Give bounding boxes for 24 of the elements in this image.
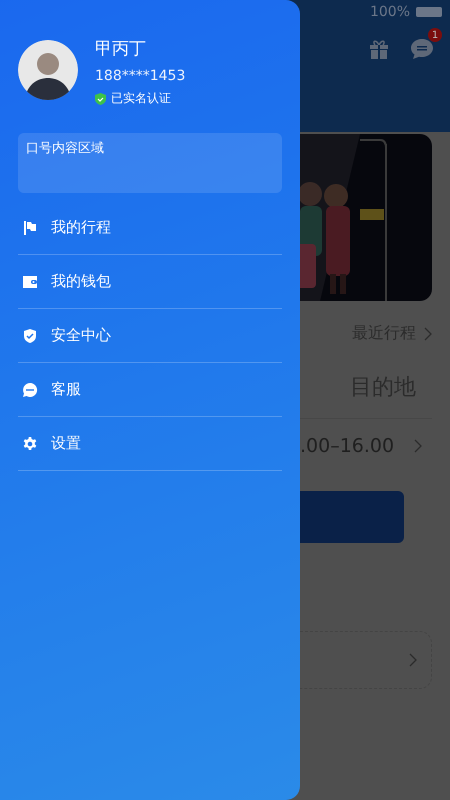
settings-icon (22, 436, 38, 452)
menu-item[interactable]: 我的行程 (18, 201, 282, 255)
battery-percentage: 100% (370, 4, 410, 20)
chevron-icon (424, 326, 432, 340)
notice-area: 口号内容区域 (18, 133, 282, 193)
gift-icon[interactable] (368, 38, 390, 60)
phone-number: 188****1453 (95, 68, 186, 84)
chevron-icon (414, 439, 422, 453)
wallet-icon (22, 274, 38, 290)
verification-status: 已实名认证 (111, 90, 171, 107)
menu-item[interactable]: 安全中心 (18, 309, 282, 363)
battery-icon (416, 7, 442, 17)
menu-item[interactable]: 设置 (18, 417, 282, 471)
avatar (18, 40, 78, 100)
chevron-icon (409, 653, 417, 667)
notification-badge: 1 (428, 28, 442, 42)
user-name: 甲丙丁 (95, 38, 147, 60)
shield-check-icon (22, 328, 38, 344)
verified-shield-icon (95, 92, 106, 104)
menu-item[interactable]: 我的钱包 (18, 255, 282, 309)
message-icon[interactable] (410, 38, 434, 60)
menu-item[interactable]: 客服 (18, 363, 282, 417)
flag-icon (22, 220, 38, 236)
chat-bubble-icon (22, 382, 38, 398)
